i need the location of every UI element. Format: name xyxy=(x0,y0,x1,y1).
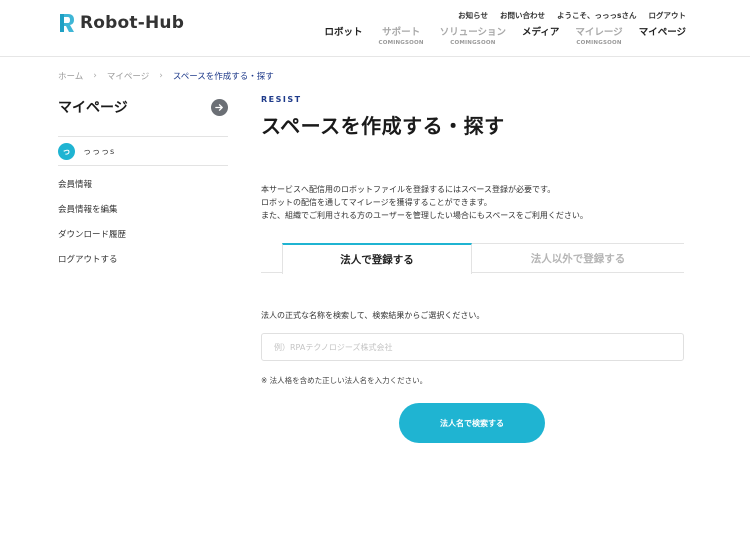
sidebar-item-logout[interactable]: ログアウトする xyxy=(58,254,228,279)
arrow-right-icon-glyph xyxy=(215,103,223,111)
intro-text: 本サービスへ配信用のロボットファイルを登録するにはスペース登録が必要です。 ロボ… xyxy=(261,183,684,222)
avatar: っ xyxy=(58,142,75,160)
nav-sub: COMINGSOON xyxy=(576,40,622,46)
sidebar-item-download-history[interactable]: ダウンロード履歴 xyxy=(58,229,228,254)
sidebar-menu: 会員情報 会員情報を編集 ダウンロード履歴 ログアウトする xyxy=(58,179,228,279)
nav-label: マイレージ xyxy=(575,27,623,38)
contact-link[interactable]: お問い合わせ xyxy=(500,10,545,21)
corporate-name-search-input[interactable] xyxy=(261,333,684,361)
sidebar-header: マイページ xyxy=(58,96,228,118)
user-info: っ っっっs xyxy=(58,137,228,165)
nav-item-robot[interactable]: ロボット xyxy=(316,27,370,47)
sidebar-item-edit-member-info[interactable]: 会員情報を編集 xyxy=(58,204,228,229)
registration-tabs: 法人で登録する 法人以外で登録する xyxy=(261,243,684,274)
search-instruction: 法人の正式な名称を検索して、検索結果からご選択ください。 xyxy=(261,311,485,320)
nav-item-solution[interactable]: ソリューション COMINGSOON xyxy=(432,27,514,47)
nav-item-media[interactable]: メディア xyxy=(514,27,567,47)
news-link[interactable]: お知らせ xyxy=(458,10,488,21)
logout-link[interactable]: ログアウト xyxy=(649,10,687,21)
utility-links: お知らせ お問い合わせ ようこそ、っっっsさん ログアウト xyxy=(458,10,686,21)
nav-label: サポート xyxy=(382,27,421,38)
nav-label: ロボット xyxy=(324,27,363,38)
main-content: RESIST スペースを作成する・探す 本サービスへ配信用のロボットファイルを登… xyxy=(261,95,684,443)
breadcrumb: ホーム › マイページ › スペースを作成する・探す xyxy=(58,70,274,82)
nav-label: マイページ xyxy=(638,27,686,38)
divider xyxy=(58,165,228,166)
section-eyebrow: RESIST xyxy=(261,95,302,104)
main-nav: ロボット サポート COMINGSOON ソリューション COMINGSOON … xyxy=(316,27,686,47)
nav-item-mypage[interactable]: マイページ xyxy=(631,27,686,47)
site-logo[interactable]: Robot-Hub xyxy=(58,12,184,34)
tab-corporate[interactable]: 法人で登録する xyxy=(282,243,472,274)
intro-line: ロボットの配信を通してマイレージを獲得することができます。 xyxy=(261,198,492,207)
nav-sub: COMINGSOON xyxy=(450,40,496,46)
nav-item-mileage[interactable]: マイレージ COMINGSOON xyxy=(567,27,630,47)
nav-label: ソリューション xyxy=(439,27,507,38)
input-note: ※ 法人格を含めた正しい法人名を入力ください。 xyxy=(261,376,428,385)
nav-label: メディア xyxy=(522,27,560,38)
logo-text: Robot-Hub xyxy=(80,13,185,33)
arrow-right-icon[interactable] xyxy=(211,98,228,116)
page-title: スペースを作成する・探す xyxy=(261,114,505,138)
logo-mark-icon xyxy=(60,14,74,32)
sidebar-title: マイページ xyxy=(58,100,128,116)
sidebar-item-member-info[interactable]: 会員情報 xyxy=(58,179,228,204)
nav-sub: COMINGSOON xyxy=(378,40,424,46)
user-name: っっっs xyxy=(83,146,116,156)
site-header: Robot-Hub お知らせ お問い合わせ ようこそ、っっっsさん ログアウト … xyxy=(0,0,750,57)
intro-line: また、組織でご利用される方のユーザーを管理したい場合にもスペースをご利用ください… xyxy=(261,211,588,220)
breadcrumb-current: スペースを作成する・探す xyxy=(172,72,274,82)
welcome-user-link[interactable]: ようこそ、っっっsさん xyxy=(557,10,636,21)
nav-item-support[interactable]: サポート COMINGSOON xyxy=(370,27,431,47)
chevron-right-icon: › xyxy=(93,71,97,81)
intro-line: 本サービスへ配信用のロボットファイルを登録するにはスペース登録が必要です。 xyxy=(261,185,556,194)
chevron-right-icon: › xyxy=(159,71,163,81)
search-corporate-button[interactable]: 法人名で検索する xyxy=(399,403,545,443)
tab-non-corporate[interactable]: 法人以外で登録する xyxy=(472,243,684,273)
breadcrumb-mypage[interactable]: マイページ xyxy=(107,70,149,82)
breadcrumb-home[interactable]: ホーム xyxy=(58,70,83,82)
sidebar: マイページ っ っっっs 会員情報 会員情報を編集 ダウンロード履歴 ログアウト… xyxy=(58,96,228,279)
